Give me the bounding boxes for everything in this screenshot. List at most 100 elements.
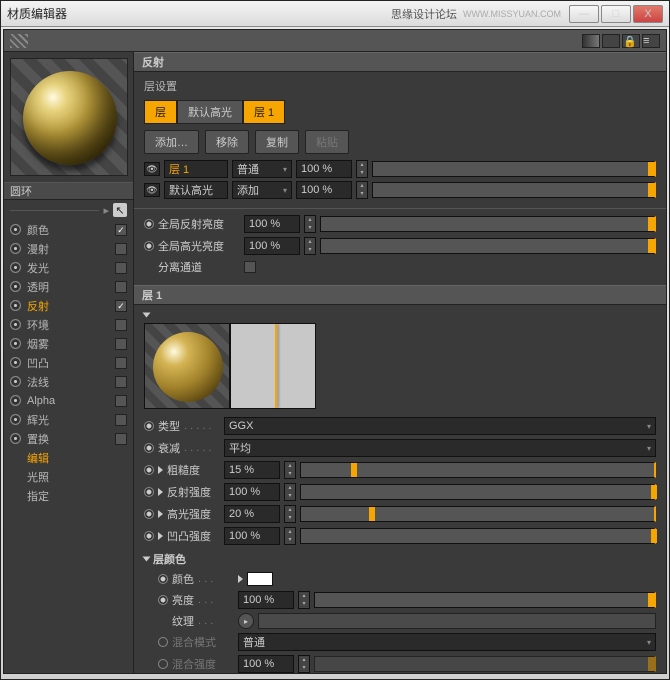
blend-mode-dropdown[interactable]: 普通 [232, 160, 292, 178]
channel-checkbox[interactable] [115, 338, 127, 350]
expand-icon[interactable] [143, 313, 151, 318]
param-field[interactable]: 15 % [224, 461, 280, 479]
channel-radio[interactable] [10, 338, 21, 349]
channel-checkbox[interactable]: ✓ [115, 300, 127, 312]
global-spinner[interactable]: ▴▾ [304, 215, 316, 233]
channel-row[interactable]: 环境 [4, 315, 133, 334]
type-radio[interactable] [144, 421, 154, 431]
global-spinner[interactable]: ▴▾ [304, 237, 316, 255]
channel-checkbox[interactable]: ✓ [115, 224, 127, 236]
channel-radio[interactable] [10, 414, 21, 425]
channel-row[interactable]: Alpha [4, 391, 133, 410]
param-field[interactable]: 100 % [224, 483, 280, 501]
channel-row[interactable]: 漫射 [4, 239, 133, 258]
channel-row[interactable]: 光照 [4, 467, 133, 486]
atten-dropdown[interactable]: 平均 [224, 439, 656, 457]
layer-row[interactable]: 👁 层 1 普通 100 % ▴▾ [144, 160, 656, 178]
global-radio[interactable] [144, 241, 154, 251]
blend-mode-dropdown[interactable]: 添加 [232, 181, 292, 199]
color-expand-icon[interactable] [238, 575, 243, 583]
material-preview[interactable] [10, 58, 128, 176]
channel-checkbox[interactable] [115, 319, 127, 331]
channel-row[interactable]: 编辑 [4, 448, 133, 467]
param-spinner[interactable]: ▴▾ [284, 483, 296, 501]
channel-checkbox[interactable] [115, 376, 127, 388]
expand-layer-color-icon[interactable] [143, 557, 151, 562]
channel-radio[interactable] [10, 243, 21, 254]
global-field[interactable]: 100 % [244, 215, 300, 233]
global-radio[interactable] [144, 219, 154, 229]
channel-row[interactable]: 凹凸 [4, 353, 133, 372]
channel-row[interactable]: 反射✓ [4, 296, 133, 315]
param-slider[interactable] [300, 484, 656, 500]
tab-layer1[interactable]: 层 1 [243, 100, 285, 124]
channel-radio[interactable] [10, 433, 21, 444]
channel-radio[interactable] [10, 376, 21, 387]
channel-checkbox[interactable] [115, 357, 127, 369]
channel-radio[interactable] [10, 224, 21, 235]
texture-button[interactable]: ▸ [238, 613, 254, 629]
layer-opacity-spinner[interactable]: ▴▾ [356, 181, 368, 199]
brightness-field[interactable]: 100 % [238, 591, 294, 609]
channel-row[interactable]: 法线 [4, 372, 133, 391]
layer-opacity-slider[interactable] [372, 161, 656, 177]
remove-button[interactable]: 移除 [205, 130, 249, 154]
layer-opacity-field[interactable]: 100 % [296, 160, 352, 178]
picker-icon[interactable]: ↖ [113, 203, 127, 217]
layer-row[interactable]: 👁 默认高光 添加 100 % ▴▾ [144, 181, 656, 199]
channel-checkbox[interactable] [115, 433, 127, 445]
param-spinner[interactable]: ▴▾ [284, 527, 296, 545]
texture-field[interactable] [258, 613, 656, 629]
brightness-radio[interactable] [158, 595, 168, 605]
channel-checkbox[interactable] [115, 395, 127, 407]
layer-name[interactable]: 默认高光 [164, 181, 228, 199]
nav-prev-button[interactable] [582, 34, 600, 48]
tab-default-specular[interactable]: 默认高光 [177, 100, 243, 124]
channel-radio[interactable] [10, 281, 21, 292]
global-slider[interactable] [320, 238, 656, 254]
channel-checkbox[interactable] [115, 262, 127, 274]
minimize-button[interactable]: — [569, 5, 599, 23]
param-radio[interactable] [144, 509, 154, 519]
eye-icon[interactable]: 👁 [144, 183, 160, 197]
param-field[interactable]: 20 % [224, 505, 280, 523]
copy-button[interactable]: 复制 [255, 130, 299, 154]
channel-row[interactable]: 颜色✓ [4, 220, 133, 239]
channel-row[interactable]: 发光 [4, 258, 133, 277]
channel-radio[interactable] [10, 300, 21, 311]
param-radio[interactable] [144, 531, 154, 541]
channel-row[interactable]: 透明 [4, 277, 133, 296]
param-expand-icon[interactable] [158, 488, 163, 496]
brightness-spinner[interactable]: ▴▾ [298, 591, 310, 609]
param-field[interactable]: 100 % [224, 527, 280, 545]
param-radio[interactable] [144, 465, 154, 475]
param-spinner[interactable]: ▴▾ [284, 461, 296, 479]
channel-radio[interactable] [10, 262, 21, 273]
brightness-slider[interactable] [314, 592, 656, 608]
channel-checkbox[interactable] [115, 243, 127, 255]
layer-preview-plane[interactable] [230, 323, 316, 409]
channel-row[interactable]: 指定 [4, 486, 133, 505]
tab-layer[interactable]: 层 [144, 100, 177, 124]
add-button[interactable]: 添加… [144, 130, 199, 154]
lock-icon[interactable]: 🔒 [622, 34, 640, 48]
layer-preview-sphere[interactable] [144, 323, 230, 409]
param-slider[interactable] [300, 462, 656, 478]
dropdown-icon[interactable]: ▸ [103, 204, 109, 217]
separate-checkbox[interactable] [244, 261, 256, 273]
layer-name[interactable]: 层 1 [164, 160, 228, 178]
nav-next-button[interactable] [602, 34, 620, 48]
channel-radio[interactable] [10, 357, 21, 368]
layer-opacity-spinner[interactable]: ▴▾ [356, 160, 368, 178]
param-slider[interactable] [300, 506, 656, 522]
param-expand-icon[interactable] [158, 510, 163, 518]
channel-row[interactable]: 烟雾 [4, 334, 133, 353]
param-radio[interactable] [144, 487, 154, 497]
channel-checkbox[interactable] [115, 414, 127, 426]
color-swatch[interactable] [247, 572, 273, 586]
channel-row[interactable]: 辉光 [4, 410, 133, 429]
atten-radio[interactable] [144, 443, 154, 453]
layer-opacity-field[interactable]: 100 % [296, 181, 352, 199]
type-dropdown[interactable]: GGX [224, 417, 656, 435]
close-button[interactable]: X [633, 5, 663, 23]
